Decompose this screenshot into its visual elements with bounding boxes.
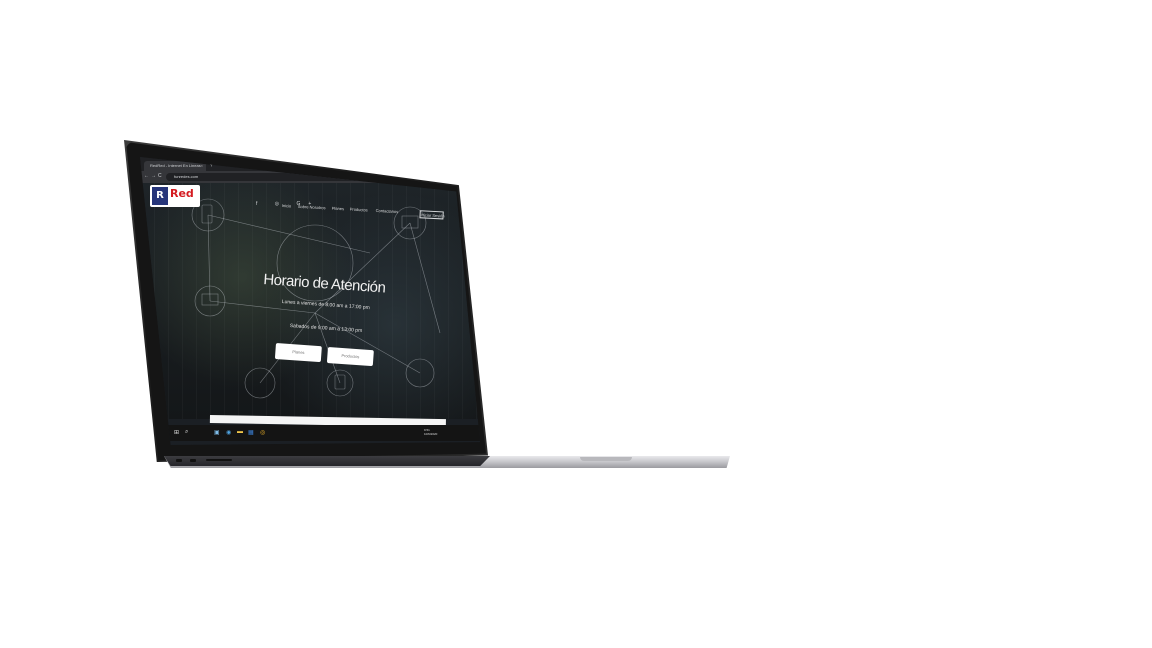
taskbar-clock[interactable]: 9:51 10/6/2020 [424,428,437,436]
nav-contactanos[interactable]: Contactanos [376,208,399,214]
forward-icon[interactable]: → [151,173,156,179]
reload-icon[interactable]: C [158,173,162,179]
sd-slot [206,459,232,461]
lid-opening-notch [580,457,632,461]
site-logo[interactable]: R Red [150,185,200,207]
nav-inicio[interactable]: Inicio [282,203,292,208]
nav-planes[interactable]: Planes [332,206,344,212]
login-button[interactable]: Iniciar Sesión [419,210,445,220]
edge-icon[interactable]: ◉ [226,429,231,436]
extension-icons[interactable]: ● ● ● [439,174,458,179]
thunderbolt-port [190,459,196,462]
laptop-mockup: RedRed - Internet En Lineas × + ← → C fu… [0,0,1152,648]
folder-icon[interactable]: ▬ [237,429,243,435]
nav-productos[interactable]: Productos [350,207,368,213]
back-icon[interactable]: ← [144,173,149,179]
productos-button[interactable]: Productos [326,347,374,367]
start-icon[interactable]: ⊞ [174,429,179,436]
windows-taskbar: ⊞ ⌕ ▣ ◉ ▬ ▦ ◎ 9:51 10/6/2020 [140,425,480,441]
laptop-screen: RedRed - Internet En Lineas × + ← → C fu… [140,157,480,445]
chrome-icon[interactable]: ◎ [260,429,265,436]
clock-date: 10/6/2020 [424,432,438,436]
app-icon[interactable]: ▣ [214,429,220,436]
planes-button[interactable]: Planes [274,343,322,363]
laptop-base-shadow [164,456,490,466]
logo-wordmark: Red [170,187,194,200]
store-icon[interactable]: ▦ [248,429,254,436]
nav-sobre-nosotros[interactable]: Sobre Nosotros [298,204,326,210]
website-hero: R Red f ◎ G+ Inicio Sobre Nosotros Plane… [140,183,480,428]
usb-port [176,459,182,462]
browser-tab-title: RedRed - Internet En Lineas [150,163,201,168]
search-icon[interactable]: ⌕ [185,429,188,436]
logo-mark: R [152,187,168,205]
